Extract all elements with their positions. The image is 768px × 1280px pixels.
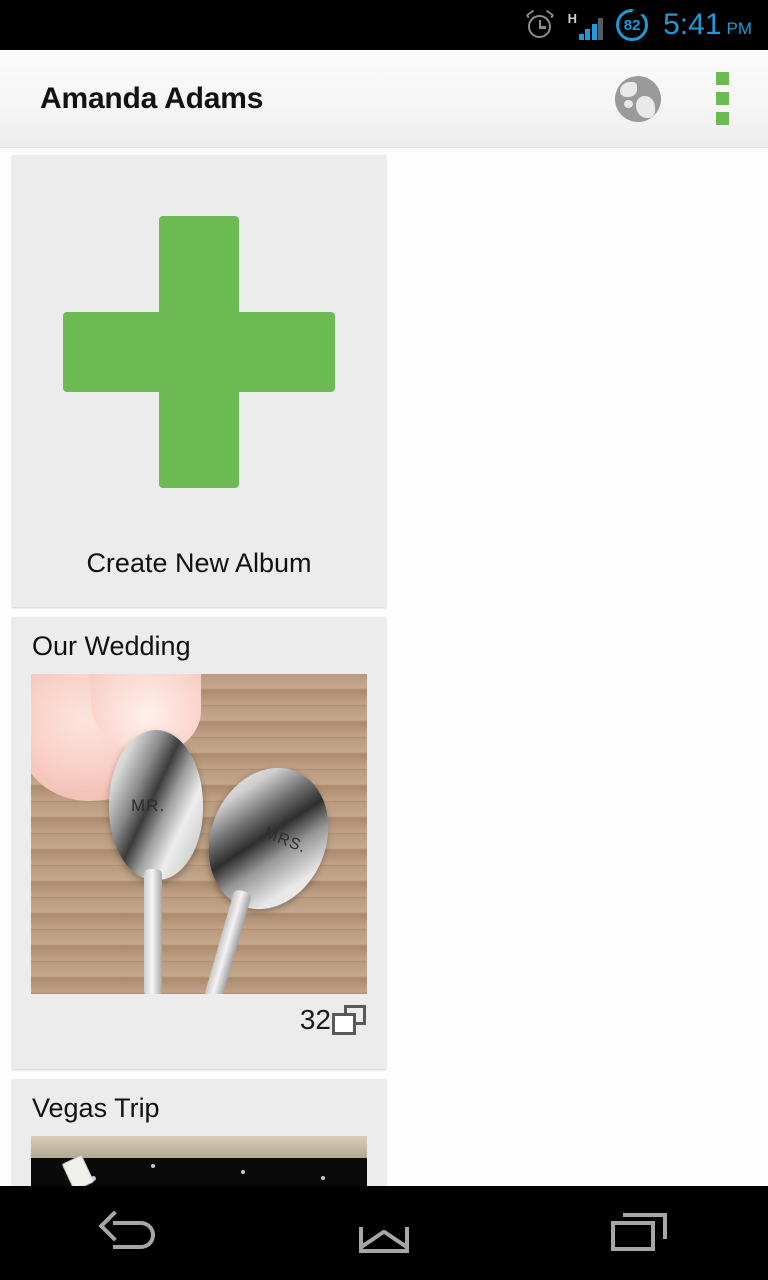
- album-footer: 32: [12, 994, 386, 1046]
- overflow-menu-icon-dot: [715, 72, 729, 85]
- globe-icon: [615, 75, 661, 122]
- clock-meridiem: PM: [726, 19, 753, 38]
- recents-button[interactable]: [565, 1186, 715, 1280]
- create-new-album-card[interactable]: Create New Album: [12, 155, 386, 607]
- album-title: Our Wedding: [32, 631, 191, 661]
- album-thumbnail[interactable]: MR. MRS.: [31, 674, 367, 994]
- network-type-label: H: [567, 11, 577, 26]
- status-bar: H 82 5:41 PM: [0, 0, 768, 50]
- album-photo-count: 32: [299, 1004, 331, 1035]
- globe-button[interactable]: [608, 69, 668, 129]
- battery-level-label: 82: [623, 16, 641, 34]
- album-card-our-wedding[interactable]: Our Wedding MR. MRS. 32: [12, 617, 386, 1069]
- status-clock: 5:41 PM: [663, 10, 752, 40]
- plus-icon: [63, 215, 335, 488]
- album-thumbnail[interactable]: [31, 1136, 367, 1186]
- battery-icon: 82: [616, 9, 649, 41]
- plus-icon-area: [12, 155, 386, 548]
- overflow-menu-icon-dot: [715, 112, 729, 125]
- page-title: Amanda Adams: [40, 81, 264, 115]
- home-icon: [353, 1211, 415, 1255]
- create-new-album-label: Create New Album: [86, 548, 312, 578]
- back-button[interactable]: [53, 1186, 203, 1280]
- home-button[interactable]: [309, 1186, 459, 1280]
- action-bar: Amanda Adams: [0, 50, 768, 148]
- signal-bars-icon: H: [568, 10, 604, 40]
- clock-time: 5:41: [663, 8, 722, 41]
- signal-bars: [578, 18, 604, 40]
- album-card-vegas-trip[interactable]: Vegas Trip: [12, 1079, 386, 1186]
- overflow-menu-icon-dot: [715, 92, 729, 105]
- photo-stack-icon: [332, 1005, 366, 1035]
- status-icons: H 82 5:41 PM: [525, 9, 752, 41]
- back-icon: [97, 1210, 159, 1255]
- alarm-clock-icon: [525, 9, 555, 40]
- album-grid[interactable]: Create New Album Our Wedding MR. MRS. 32…: [0, 149, 768, 1186]
- overflow-menu-button[interactable]: [694, 67, 750, 131]
- album-title: Vegas Trip: [32, 1093, 160, 1123]
- recents-icon: [609, 1211, 671, 1255]
- android-navigation-bar: [0, 1186, 768, 1280]
